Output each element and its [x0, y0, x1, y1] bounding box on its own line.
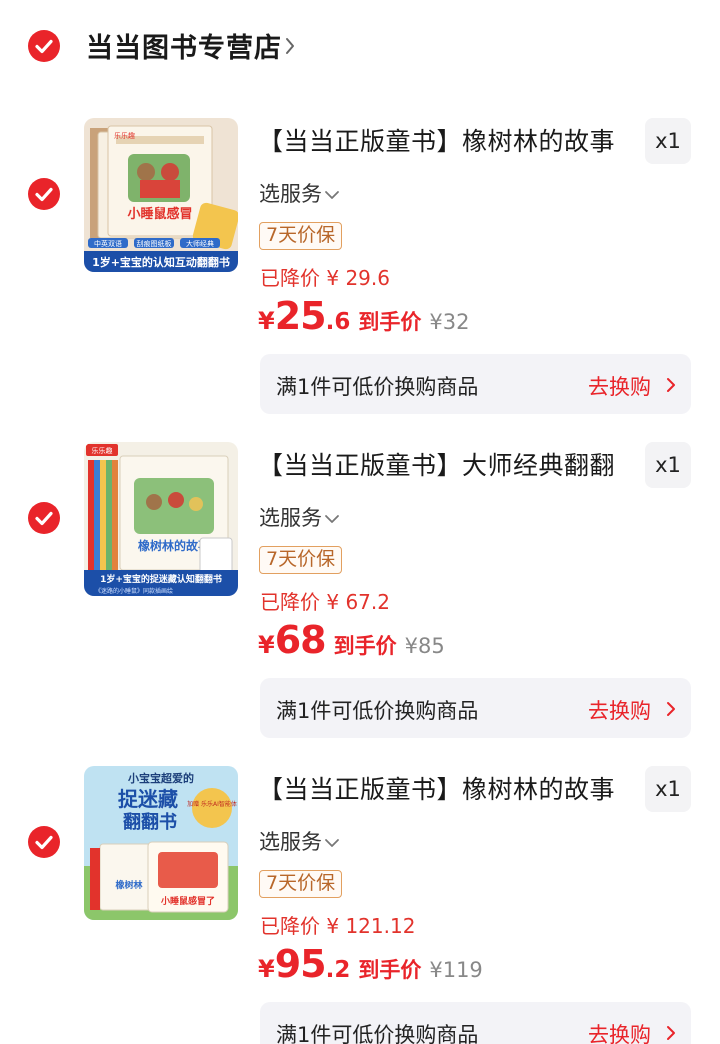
cover-chip: 大师经典	[186, 239, 214, 248]
original-price: ¥119	[429, 958, 483, 982]
chevron-down-icon	[325, 515, 339, 523]
book-cover-illustration: 橡树林的故事 1岁+宝宝的捉迷藏认知翻翻书 《迷路的小睡鼠》同款插画绘 乐乐趣	[84, 442, 238, 596]
chevron-right-icon	[667, 1026, 675, 1040]
price-integer: 95	[274, 942, 327, 986]
item-select-checkbox[interactable]	[28, 502, 60, 534]
cart-item: 橡树林的故事 1岁+宝宝的捉迷藏认知翻翻书 《迷路的小睡鼠》同款插画绘 乐乐趣 …	[0, 442, 720, 766]
book-cover-illustration: 小睡鼠感冒 中英双语 刮痕图纸板 大师经典 1岁+宝宝的认知互动翻翻书 乐乐趣	[84, 118, 238, 272]
final-price-label: 到手价	[333, 634, 397, 658]
exchange-offer-bar[interactable]: 满1件可低价换购商品 去换购	[260, 1002, 691, 1044]
service-selector[interactable]: 选服务	[259, 826, 340, 856]
chevron-down-icon	[325, 839, 339, 847]
currency-symbol: ¥	[258, 631, 275, 659]
price-integer: 68	[274, 618, 327, 662]
chevron-down-icon	[325, 191, 339, 199]
exchange-offer-text: 满1件可低价换购商品	[276, 699, 479, 723]
check-icon	[35, 187, 53, 202]
price-reduced-text: 已降价 ¥ 67.2	[260, 590, 390, 614]
cover-sub-banner: 《迷路的小睡鼠》同款插画绘	[95, 587, 173, 595]
price-reduced-text: 已降价 ¥ 121.12	[260, 914, 416, 938]
cover-badge: 加赠 乐乐AI智能体	[187, 800, 237, 808]
price-decimal: .2	[325, 957, 351, 983]
cart-item: 小宝宝超爱的 捉迷藏 翻翻书 加赠 乐乐AI智能体 橡树林 小睡鼠感冒了 【当当…	[0, 766, 720, 1044]
exchange-link[interactable]: 去换购	[588, 1019, 651, 1044]
price-protection-tag: 7天价保	[259, 870, 343, 898]
exchange-link[interactable]: 去换购	[588, 695, 651, 725]
check-icon	[35, 835, 53, 850]
product-image[interactable]: 小睡鼠感冒 中英双语 刮痕图纸板 大师经典 1岁+宝宝的认知互动翻翻书 乐乐趣	[84, 118, 238, 272]
exchange-link[interactable]: 去换购	[588, 371, 651, 401]
cover-big-text: 翻翻书	[123, 811, 177, 833]
cover-brand: 乐乐趣	[92, 446, 113, 455]
exchange-offer-bar[interactable]: 满1件可低价换购商品 去换购	[260, 354, 691, 414]
cover-brand: 乐乐趣	[114, 131, 135, 140]
final-price-label: 到手价	[358, 310, 422, 334]
cover-banner: 1岁+宝宝的捉迷藏认知翻翻书	[100, 573, 222, 585]
price-row: ¥95.2 到手价 ¥119	[258, 942, 483, 986]
service-label: 选服务	[259, 182, 322, 206]
currency-symbol: ¥	[258, 307, 275, 335]
cover-chip: 刮痕图纸板	[137, 239, 172, 248]
chevron-right-icon	[667, 378, 675, 392]
check-icon	[35, 511, 53, 526]
price-protection-tag: 7天价保	[259, 546, 343, 574]
price-row: ¥68 到手价 ¥85	[258, 618, 445, 662]
original-price: ¥32	[429, 310, 470, 334]
cart-item: 小睡鼠感冒 中英双语 刮痕图纸板 大师经典 1岁+宝宝的认知互动翻翻书 乐乐趣 …	[0, 118, 720, 442]
price-row: ¥25.6 到手价 ¥32	[258, 294, 469, 338]
store-select-checkbox[interactable]	[28, 30, 60, 62]
chevron-right-icon	[667, 702, 675, 716]
book-cover-illustration: 小宝宝超爱的 捉迷藏 翻翻书 加赠 乐乐AI智能体 橡树林 小睡鼠感冒了	[84, 766, 238, 920]
service-selector[interactable]: 选服务	[259, 178, 340, 208]
product-title[interactable]: 【当当正版童书】橡树林的故事	[258, 122, 615, 158]
cover-book-a: 橡树林	[115, 879, 143, 891]
product-title[interactable]: 【当当正版童书】大师经典翻翻	[258, 446, 615, 482]
product-image[interactable]: 橡树林的故事 1岁+宝宝的捉迷藏认知翻翻书 《迷路的小睡鼠》同款插画绘 乐乐趣	[84, 442, 238, 596]
product-image[interactable]: 小宝宝超爱的 捉迷藏 翻翻书 加赠 乐乐AI智能体 橡树林 小睡鼠感冒了	[84, 766, 238, 920]
exchange-offer-text: 满1件可低价换购商品	[276, 1023, 479, 1044]
exchange-offer-bar[interactable]: 满1件可低价换购商品 去换购	[260, 678, 691, 738]
original-price: ¥85	[404, 634, 445, 658]
store-header: 当当图书专营店	[0, 0, 720, 92]
cover-big-text: 捉迷藏	[118, 787, 178, 811]
exchange-offer-text: 满1件可低价换购商品	[276, 375, 479, 399]
quantity-button[interactable]: x1	[645, 766, 691, 812]
price-protection-tag: 7天价保	[259, 222, 343, 250]
final-price-label: 到手价	[358, 958, 422, 982]
item-select-checkbox[interactable]	[28, 178, 60, 210]
cover-book-title: 小睡鼠感冒	[127, 206, 192, 222]
price-decimal: .6	[325, 309, 351, 335]
service-label: 选服务	[259, 830, 322, 854]
service-label: 选服务	[259, 506, 322, 530]
check-icon	[35, 39, 53, 54]
cover-book-b: 小睡鼠感冒了	[160, 895, 215, 907]
price-integer: 25	[274, 294, 327, 338]
cover-book-title: 橡树林的故事	[138, 538, 210, 553]
product-title[interactable]: 【当当正版童书】橡树林的故事	[258, 770, 615, 806]
currency-symbol: ¥	[258, 955, 275, 983]
chevron-right-icon[interactable]	[284, 36, 296, 56]
cover-banner: 1岁+宝宝的认知互动翻翻书	[92, 255, 230, 269]
store-name[interactable]: 当当图书专营店	[86, 26, 282, 65]
quantity-button[interactable]: x1	[645, 442, 691, 488]
cover-top-text: 小宝宝超爱的	[127, 771, 194, 785]
item-select-checkbox[interactable]	[28, 826, 60, 858]
cover-chip: 中英双语	[94, 239, 122, 248]
quantity-button[interactable]: x1	[645, 118, 691, 164]
price-reduced-text: 已降价 ¥ 29.6	[260, 266, 390, 290]
service-selector[interactable]: 选服务	[259, 502, 340, 532]
